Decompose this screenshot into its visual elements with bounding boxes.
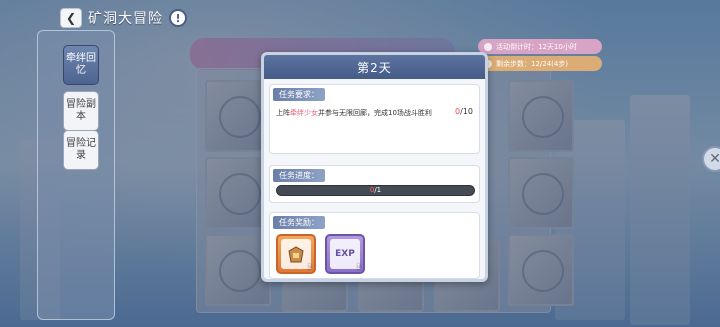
reward-item[interactable]: 1 bbox=[276, 234, 316, 274]
clock-icon bbox=[484, 42, 492, 51]
progress-label: 任务进度： bbox=[273, 169, 325, 182]
page-title: 矿洞大冒险 bbox=[88, 11, 163, 27]
close-icon: ✕ bbox=[709, 151, 720, 167]
progress-text: 0/1 bbox=[369, 186, 382, 194]
reward-item[interactable]: EXP 1 bbox=[325, 234, 365, 274]
exp-book-icon: EXP bbox=[330, 239, 360, 269]
countdown-text: 活动倒计时：12天10小时 bbox=[496, 42, 577, 51]
sidebar-item-label: 牵绊回忆 bbox=[66, 53, 96, 76]
requirement-text: 上阵牵绊少女并参与无限回廊，完成10场战斗胜利 bbox=[276, 109, 432, 117]
dialog-header: 第2天 bbox=[264, 55, 485, 79]
requirement-label: 任务要求： bbox=[273, 88, 325, 101]
sidebar-item-adventure-dungeon[interactable]: 冒险副本 bbox=[63, 91, 99, 131]
progress-section: 任务进度： 0/1 bbox=[269, 165, 480, 203]
reward-quantity: 1 bbox=[356, 263, 361, 271]
sidebar-item-label: 冒险副本 bbox=[66, 99, 96, 122]
sidebar-item-bond-memories[interactable]: 牵绊回忆 bbox=[63, 45, 99, 85]
progress-bar: 0/1 bbox=[276, 185, 475, 196]
requirement-count: 0/10 bbox=[455, 107, 473, 116]
info-button[interactable]: ! bbox=[169, 9, 187, 27]
highlight-text: 牵绊少女 bbox=[290, 109, 318, 117]
requirement-section: 任务要求： 上阵牵绊少女并参与无限回廊，完成10场战斗胜利 0/10 bbox=[269, 84, 480, 154]
treasure-bag-icon bbox=[281, 239, 311, 269]
back-button[interactable]: ❮ bbox=[60, 8, 82, 28]
sidebar-item-adventure-record[interactable]: 冒险记录 bbox=[63, 130, 99, 170]
reward-label: 任务奖励： bbox=[273, 216, 325, 229]
reward-quantity: 1 bbox=[307, 263, 312, 271]
countdown-pill: 活动倒计时：12天10小时 bbox=[478, 39, 602, 54]
chevron-left-icon: ❮ bbox=[65, 11, 77, 25]
top-bar: ❮ 矿洞大冒险 ! bbox=[60, 8, 187, 28]
task-dialog: 第2天 任务要求： 上阵牵绊少女并参与无限回廊，完成10场战斗胜利 0/10 任… bbox=[261, 52, 488, 282]
dialog-title: 第2天 bbox=[357, 60, 392, 75]
steps-text: 剩余步数：12/24(4步) bbox=[496, 59, 569, 68]
sidebar-item-label: 冒险记录 bbox=[66, 138, 96, 161]
steps-pill: 剩余步数：12/24(4步) bbox=[478, 56, 602, 71]
sidebar: 牵绊回忆 冒险副本 冒险记录 bbox=[37, 30, 115, 320]
info-icon: ! bbox=[175, 11, 181, 25]
reward-section: 任务奖励： 1 EXP 1 bbox=[269, 212, 480, 279]
